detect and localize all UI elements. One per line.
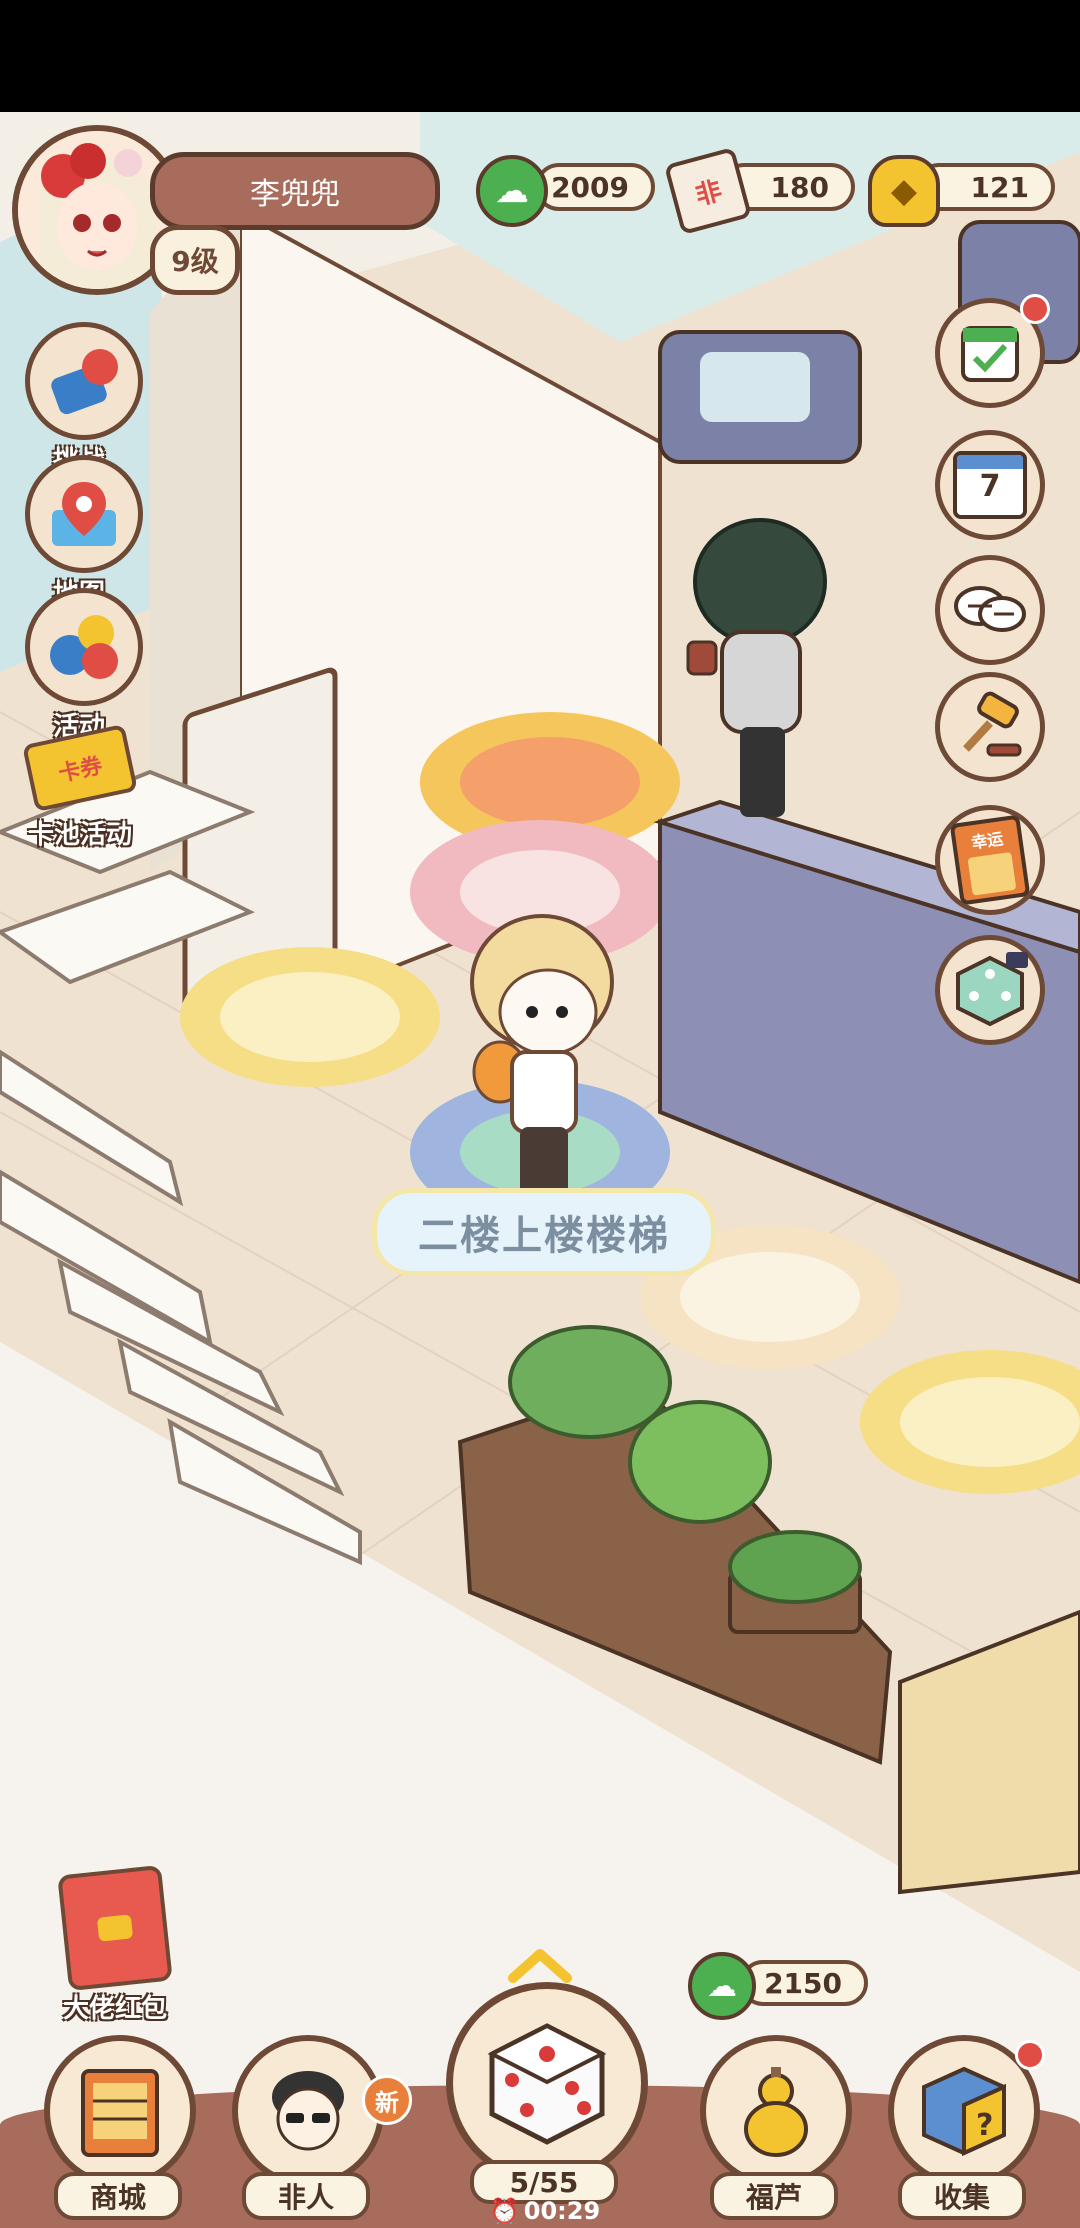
dice-reward-value: 2150	[740, 1960, 868, 2006]
checklist-calendar-icon	[961, 326, 1019, 382]
card-ticket-icon: 卡券	[22, 722, 138, 814]
nav-shop-label: 商城	[54, 2172, 182, 2220]
right-menu-dice-game[interactable]	[935, 935, 1045, 1045]
gold-ingot-icon: ◆	[868, 155, 940, 227]
nav-collection-label: 收集	[898, 2172, 1026, 2220]
dice-tv-icon	[956, 952, 1028, 1027]
dice-refill-timer: ⏰ 00:29	[490, 2196, 600, 2226]
top-black-bar	[0, 0, 1080, 112]
dice-icon	[487, 2023, 607, 2145]
npc-new-badge: 新	[362, 2075, 412, 2125]
red-envelope-icon	[57, 1864, 173, 1992]
jade-currency-value: 2009	[535, 163, 655, 211]
nav-shop[interactable]	[44, 2035, 196, 2187]
balloons-icon	[25, 588, 143, 706]
shop-cabinet-icon	[81, 2069, 159, 2157]
red-packet-label: 大佬红包	[62, 1994, 167, 2024]
location-label[interactable]: 二楼上楼楼梯	[372, 1188, 716, 1276]
map-pin-icon	[25, 455, 143, 573]
chat-bubbles-icon	[954, 586, 1026, 632]
challenge-icon	[25, 322, 143, 440]
jade-icon: ☁	[476, 155, 548, 227]
mystery-box-icon: ?	[922, 2066, 1006, 2157]
alarm-clock-icon: ⏰	[489, 2197, 520, 2225]
golden-gourd-icon	[744, 2067, 808, 2157]
left-menu-label: 卡池活动	[27, 820, 132, 850]
nav-npc-label: 非人	[242, 2172, 370, 2220]
nav-gourd[interactable]	[700, 2035, 852, 2187]
right-menu-auction[interactable]	[935, 672, 1045, 782]
right-menu-chat[interactable]	[935, 555, 1045, 665]
gavel-icon	[963, 691, 1022, 757]
nav-gourd-label: 福芦	[710, 2172, 838, 2220]
roll-dice-button[interactable]	[446, 1982, 648, 2184]
svg-text:?: ?	[976, 2108, 993, 2143]
left-menu-card-pool[interactable]: 卡券 卡池活动	[15, 722, 145, 851]
player-level-badge: 9级	[150, 225, 240, 295]
left-menu-map[interactable]: 地图	[25, 455, 143, 610]
player-name: 李兜兜	[150, 152, 440, 230]
lucky-scratch-card-icon: 幸运	[949, 814, 1031, 906]
big-red-packet[interactable]: 大佬红包	[40, 1864, 190, 2025]
jade-reward-icon: ☁	[688, 1952, 756, 2020]
right-menu-calendar[interactable]: 7	[935, 430, 1045, 540]
dice-timer-text: 00:29	[523, 2197, 601, 2225]
expand-chevron-icon[interactable]	[505, 1946, 575, 1986]
left-menu-activity[interactable]: 活动	[25, 588, 143, 743]
tasks-notification-dot	[1020, 294, 1050, 324]
nav-npc[interactable]	[232, 2035, 384, 2187]
right-menu-lucky-card[interactable]: 幸运	[935, 805, 1045, 915]
collection-notification-dot	[1015, 2040, 1045, 2070]
left-menu-challenge[interactable]: 挑战	[25, 322, 143, 477]
calendar-icon: 7	[953, 451, 1027, 519]
npc-portrait-icon	[272, 2071, 344, 2151]
